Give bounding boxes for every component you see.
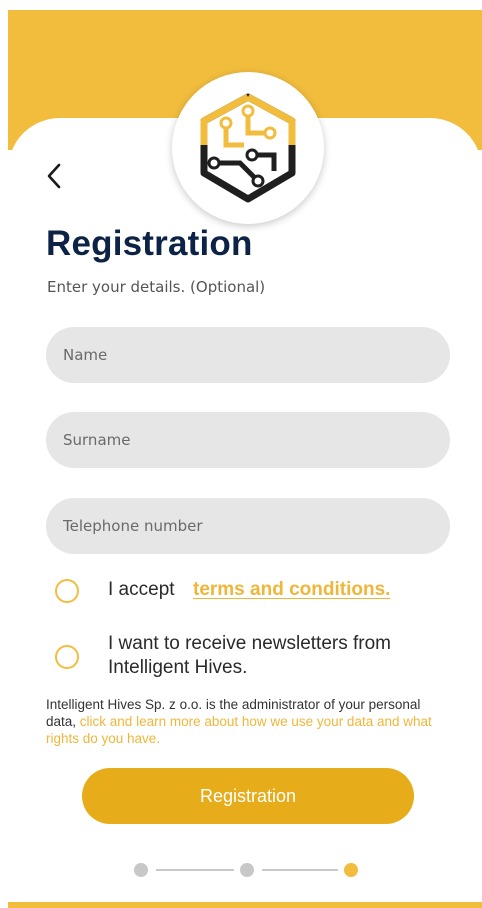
registration-screen: Registration Enter your details. (Option… [0, 0, 482, 908]
hexagon-circuit-logo-icon [200, 93, 296, 203]
terms-link[interactable]: terms and conditions. [193, 579, 390, 601]
surname-input[interactable] [46, 412, 450, 468]
step-dot-1 [134, 863, 148, 877]
step-dot-3 [344, 863, 358, 877]
logo-badge [172, 72, 324, 224]
step-dot-2 [240, 863, 254, 877]
terms-label: I accept [108, 579, 175, 600]
name-input[interactable] [46, 327, 450, 383]
step-connector-1 [156, 869, 234, 871]
step-connector-2 [262, 869, 338, 871]
page-title: Registration [46, 224, 253, 263]
telephone-input[interactable] [46, 498, 450, 554]
newsletter-label: I want to receive newsletters from Intel… [108, 633, 391, 678]
newsletter-radio[interactable] [55, 645, 79, 669]
bottom-accent-bar [8, 902, 482, 908]
terms-radio[interactable] [55, 579, 79, 603]
legal-notice: Intelligent Hives Sp. z o.o. is the admi… [46, 696, 452, 747]
back-button[interactable] [40, 160, 68, 192]
chevron-left-icon [47, 163, 61, 189]
page-subtitle: Enter your details. (Optional) [47, 278, 266, 296]
registration-button[interactable]: Registration [82, 768, 414, 824]
step-indicator [134, 860, 364, 880]
privacy-info-link[interactable]: click and learn more about how we use yo… [46, 714, 432, 746]
